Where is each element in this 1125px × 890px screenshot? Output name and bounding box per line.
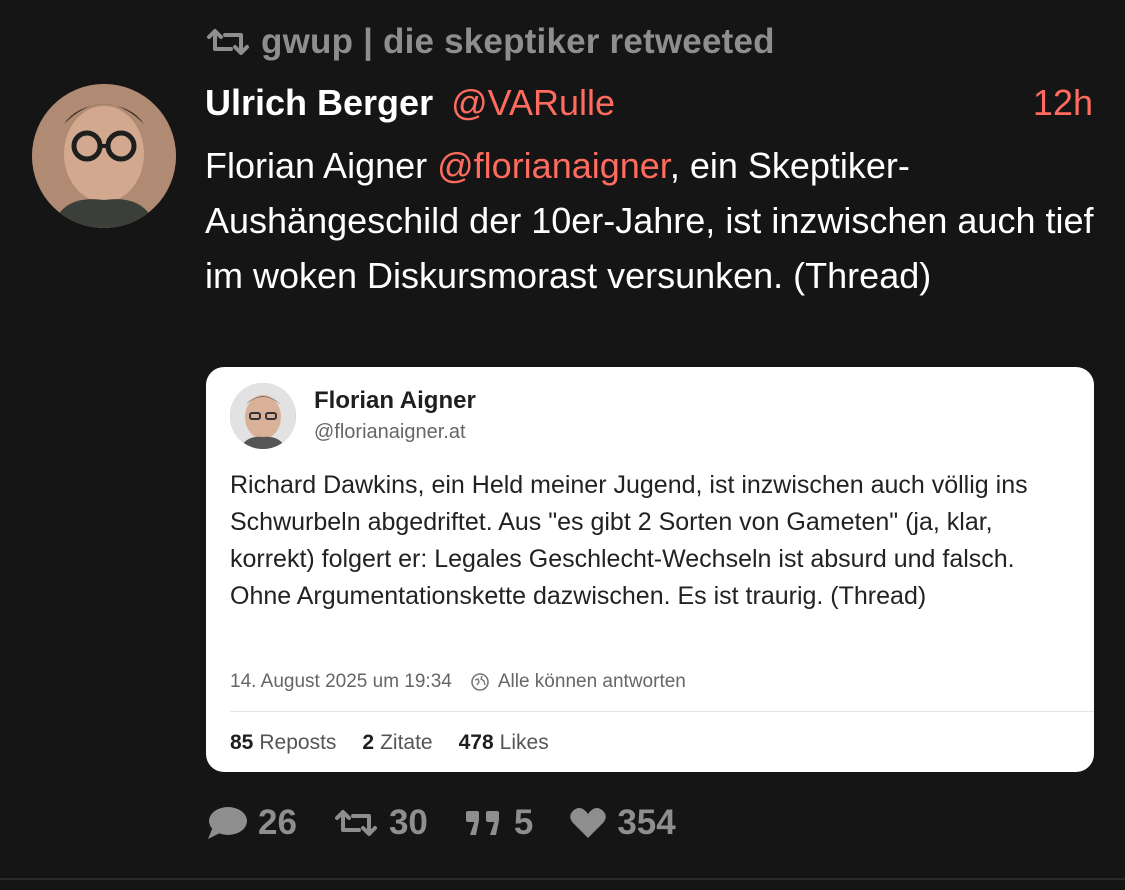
reply-setting: Alle können antworten [497,671,686,692]
mention-link[interactable]: @florianaigner [437,145,670,186]
comment-icon [206,805,248,841]
globe-icon [470,672,490,692]
author-name[interactable]: Ulrich Berger [205,82,433,124]
like-button[interactable]: 354 [569,803,676,843]
post-divider [0,878,1125,880]
quoted-author-handle: @florianaigner.at [314,421,466,443]
retweet-button[interactable]: 30 [333,803,428,843]
reposts-label: Reposts [259,731,337,754]
heart-icon [569,806,607,840]
quote-count: 5 [513,803,534,842]
post-actions: 26 30 5 354 [206,800,712,846]
quoted-post-image[interactable]: Florian Aigner @florianaigner.at Richard… [206,367,1094,772]
post-text: Florian Aigner @florianaigner, ein Skept… [205,138,1095,303]
post-header: Ulrich Berger @VARulle 12h [205,80,1093,126]
quotes-label: Zitate [380,731,433,754]
quote-button[interactable]: 5 [464,803,533,843]
reply-button[interactable]: 26 [206,803,297,843]
quoted-author-avatar [230,383,296,449]
reply-count: 26 [258,803,297,842]
retweet-text: gwup | die skeptiker retweeted [261,22,775,61]
quoted-author-name: Florian Aigner [314,387,476,414]
likes-count: 478 [458,731,494,754]
like-count: 354 [617,803,676,842]
author-handle[interactable]: @VARulle [451,82,615,124]
quotes-count: 2 [362,731,375,754]
post-timestamp[interactable]: 12h [1033,82,1093,124]
quoted-post-stats: 85 Reposts 2 Zitate 478 Likes [230,729,575,757]
reposts-count: 85 [230,731,254,754]
retweet-count: 30 [388,803,428,842]
quoted-post-text: Richard Dawkins, ein Held meiner Jugend,… [230,471,1028,610]
author-avatar[interactable] [32,84,176,228]
retweet-icon [333,808,379,838]
quoted-post-date: 14. August 2025 um 19:34 [230,671,452,692]
retweet-icon [205,27,251,57]
post-text-start: Florian Aigner [205,145,438,186]
quote-icon [464,808,504,838]
card-divider [230,711,1094,712]
retweet-indicator[interactable]: gwup | die skeptiker retweeted [205,22,775,62]
quoted-post-meta: 14. August 2025 um 19:34 Alle können ant… [230,669,686,695]
likes-label: Likes [499,731,549,754]
